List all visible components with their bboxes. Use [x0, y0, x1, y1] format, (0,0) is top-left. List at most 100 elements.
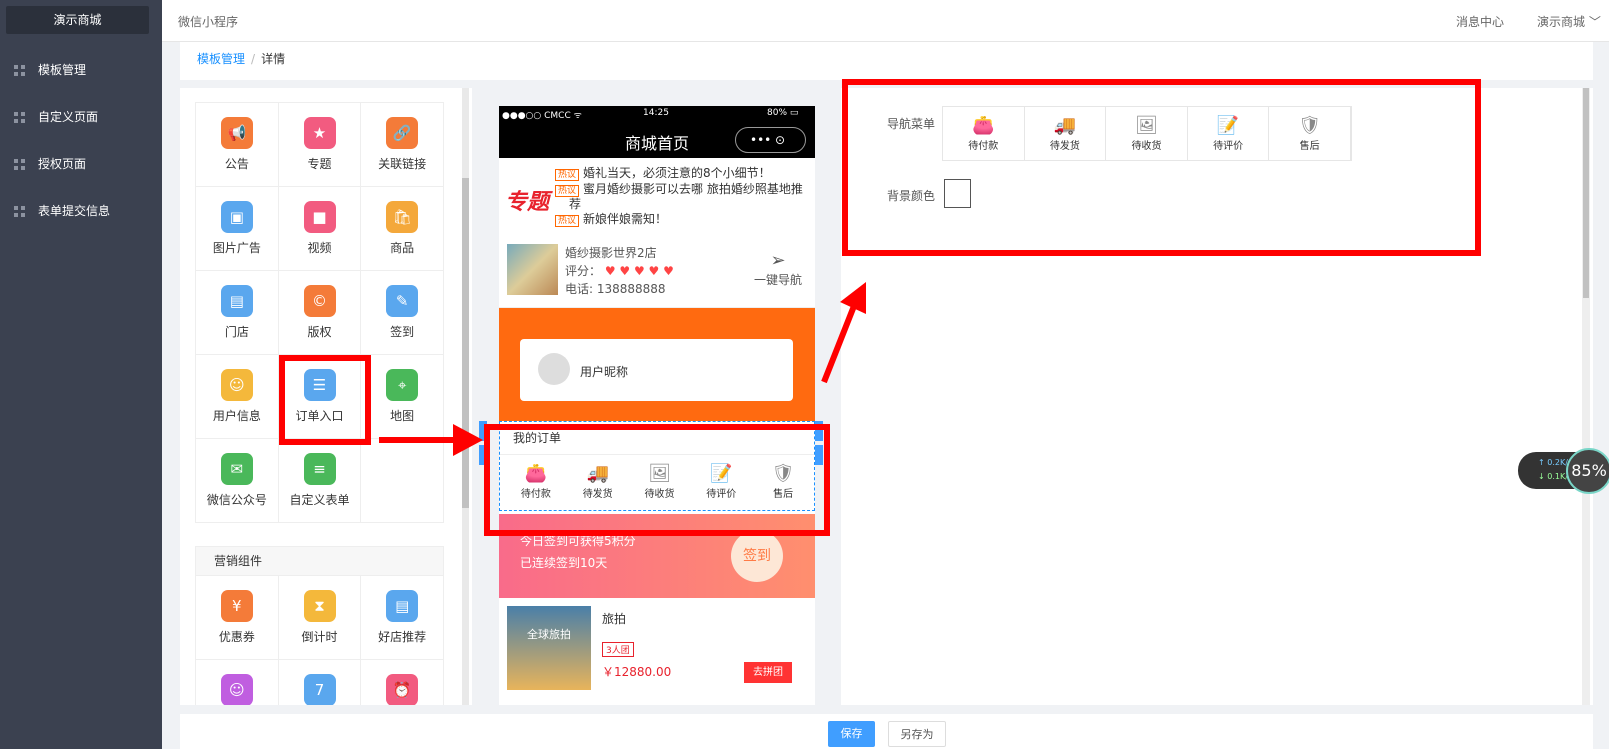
sidebar-item-label: 表单提交信息: [38, 204, 111, 218]
rating-label: 评分：: [565, 264, 602, 278]
user-header: 用户昵称: [499, 308, 815, 437]
component-label: 好店推荐: [378, 630, 427, 644]
basic-component[interactable]: © 版权: [278, 271, 362, 355]
sidebar-item-auth-pages[interactable]: 授权页面: [0, 148, 162, 180]
topic-label: 专题: [505, 190, 550, 215]
save-as-button[interactable]: 另存为: [888, 721, 946, 747]
save-button[interactable]: 保存: [828, 721, 875, 747]
message-center-link[interactable]: 消息中心: [1456, 13, 1504, 30]
heart-icon: ♥ ♥ ♥ ♥ ♥: [601, 264, 674, 278]
network-speed-widget[interactable]: ↑ 0.2K/s ↓ 0.1K/s 85%: [1518, 448, 1609, 494]
grid-icon: [14, 65, 25, 76]
breadcrumb: 模板管理 / 详情: [197, 50, 285, 67]
shop-dropdown[interactable]: 演示商城 ﹀: [1537, 13, 1601, 30]
highlight-orders-block: [484, 424, 830, 536]
store-info: 婚纱摄影世界2店 评分： ♥ ♥ ♥ ♥ ♥ 电话: 138888888: [565, 244, 674, 298]
signin-button[interactable]: 签到: [731, 530, 783, 582]
basic-component[interactable]: ■ 视频: [278, 187, 362, 271]
marketing-component[interactable]: ⏰: [361, 660, 445, 705]
component-label: 商品: [390, 241, 415, 255]
join-group-button[interactable]: 去拼团: [744, 662, 792, 683]
component-label: 门店: [224, 325, 249, 339]
topic-line[interactable]: 热议 蜜月婚纱摄影可以去哪 旅拍婚纱照基地推: [555, 180, 803, 197]
sidebar-item-templates[interactable]: 模板管理: [0, 54, 162, 86]
store-phone: 电话: 138888888: [565, 282, 666, 296]
component-label: 自定义表单: [289, 493, 350, 507]
clock: 14:25: [643, 108, 669, 118]
avatar: [538, 353, 570, 385]
component-icon: ©: [303, 285, 336, 317]
sidebar-item-form-submissions[interactable]: 表单提交信息: [0, 195, 162, 227]
store-name: 婚纱摄影世界2店: [565, 246, 657, 260]
topic-text: 新娘伴娘需知！: [583, 212, 668, 226]
product-card[interactable]: 全球旅拍 旅拍 3人团 ￥12880.00 去拼团: [499, 598, 815, 705]
topic-line[interactable]: 热议 新娘伴娘需知！: [555, 210, 667, 227]
hot-tag: 热议: [555, 215, 580, 227]
marketing-component[interactable]: ▤ 好店推荐: [361, 576, 445, 660]
component-label: 签到: [390, 325, 415, 339]
topic-text: 蜜月婚纱摄影可以去哪 旅拍婚纱照基地推: [583, 182, 803, 196]
basic-component[interactable]: 🛍 商品: [361, 187, 445, 271]
basic-component[interactable]: ≡ 自定义表单: [278, 439, 362, 523]
topic-line[interactable]: 热议 婚礼当天，必须注意的8个小细节！: [555, 164, 771, 181]
sidebar-item-custom-pages[interactable]: 自定义页面: [0, 101, 162, 133]
marketing-component[interactable]: ⧗ 倒计时: [278, 576, 362, 660]
memory-percent: 85%: [1566, 448, 1609, 494]
component-label: 优惠券: [218, 630, 255, 644]
basic-component[interactable]: ▤ 门店: [196, 271, 279, 355]
grid-icon: [14, 112, 25, 123]
marketing-component[interactable]: 7: [279, 660, 362, 705]
component-label: 专题: [307, 157, 332, 171]
product-title: 旅拍: [602, 612, 627, 626]
component-label: 微信公众号: [206, 493, 267, 507]
product-image: 全球旅拍: [507, 606, 591, 690]
arrow-right-icon: [379, 424, 483, 456]
basic-component[interactable]: ▣ 图片广告: [196, 187, 279, 271]
top-bar: 微信小程序 消息中心 演示商城 ﹀: [162, 0, 1609, 42]
component-label: 图片广告: [212, 241, 261, 255]
navigate-button[interactable]: ➢ 一键导航: [754, 250, 802, 288]
component-panel-scrollbar[interactable]: [462, 88, 469, 705]
component-icon: ▤: [220, 285, 253, 317]
basic-component[interactable]: ☺ 用户信息: [196, 355, 279, 439]
store-rating: 评分： ♥ ♥ ♥ ♥ ♥: [565, 262, 674, 280]
topic-text: 婚礼当天，必须注意的8个小细节！: [583, 166, 771, 180]
marketing-component-grid: ¥ 优惠券 ⧗ 倒计时 ▤ 好店推荐 ☺ 7 ⏰: [195, 576, 445, 705]
component-label: 倒计时: [301, 630, 338, 644]
footer-bar: 保存 另存为: [180, 714, 1593, 749]
basic-component[interactable]: ✎ 签到: [361, 271, 445, 355]
marketing-component[interactable]: ☺: [196, 660, 279, 705]
component-label: 版权: [307, 325, 332, 339]
topic-block[interactable]: 专题 热议 婚礼当天，必须注意的8个小细节！ 热议 蜜月婚纱摄影可以去哪 旅拍婚纱照…: [499, 158, 815, 308]
breadcrumb-current: 详情: [261, 52, 286, 66]
sidebar: 演示商城 模板管理 自定义页面 授权页面 表单提交信息: [0, 0, 162, 749]
component-icon: ≡: [303, 453, 336, 485]
grid-icon: [14, 206, 25, 217]
breadcrumb-parent[interactable]: 模板管理: [197, 52, 245, 66]
component-icon: ⧗: [303, 590, 336, 622]
component-row: 📢 公告 ★ 专题 🔗 关联链接: [196, 103, 445, 187]
basic-component[interactable]: ★ 专题: [278, 103, 362, 187]
component-row: ▤ 门店 © 版权 ✎ 签到: [196, 271, 445, 355]
component-row: ▣ 图片广告 ■ 视频 🛍 商品: [196, 187, 445, 271]
user-card[interactable]: 用户昵称: [520, 339, 793, 401]
component-row: ¥ 优惠券 ⧗ 倒计时 ▤ 好店推荐: [196, 576, 445, 660]
basic-component[interactable]: 🔗 关联链接: [361, 103, 445, 187]
component-label: 公告: [224, 157, 249, 171]
product-price: ￥12880.00: [602, 665, 672, 679]
mini-program-capsule[interactable]: ••• ⊙: [735, 127, 806, 153]
basic-component[interactable]: 📢 公告: [196, 103, 279, 187]
user-nickname: 用户昵称: [580, 365, 629, 379]
highlight-order-entry-component: [279, 355, 371, 445]
marketing-component[interactable]: ¥ 优惠券: [196, 576, 279, 660]
basic-component[interactable]: ✉ 微信公众号: [196, 439, 279, 523]
component-icon: ✎: [386, 285, 419, 317]
signin-streak-text: 已连续签到10天: [520, 556, 608, 570]
scrollbar-thumb[interactable]: [1583, 88, 1589, 298]
logo[interactable]: 演示商城: [6, 6, 149, 34]
component-icon: ⏰: [386, 674, 419, 705]
component-icon: ✉: [220, 453, 253, 485]
component-icon: ▣: [220, 201, 253, 233]
settings-scrollbar[interactable]: [1582, 88, 1590, 705]
sidebar-item-label: 模板管理: [38, 63, 87, 77]
